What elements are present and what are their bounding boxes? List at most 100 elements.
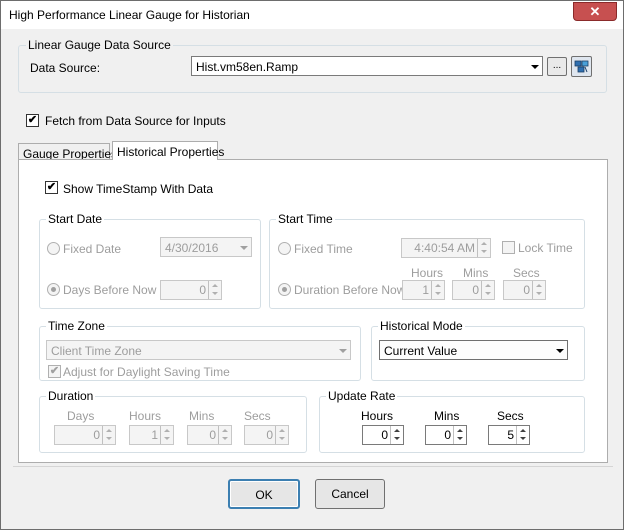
- spin-up-icon: [394, 429, 400, 432]
- stepper-buttons[interactable]: [275, 426, 288, 444]
- stepper-buttons[interactable]: [453, 426, 466, 444]
- duration-mins-stepper[interactable]: 0: [187, 425, 232, 445]
- duration-secs-label: Secs: [244, 409, 271, 423]
- fixed-date-picker[interactable]: 4/30/2016: [160, 237, 252, 257]
- lock-time-checkbox[interactable]: [502, 241, 515, 254]
- start-mins-value: 0: [472, 283, 479, 297]
- duration-before-now-radio[interactable]: [278, 283, 291, 296]
- dst-checkbox[interactable]: ✔: [48, 365, 61, 378]
- spin-down-icon: [457, 437, 463, 440]
- tag-browser-button[interactable]: [571, 56, 592, 77]
- spin-up-icon: [536, 284, 542, 287]
- days-before-now-radio[interactable]: [47, 283, 60, 296]
- data-source-label: Data Source:: [30, 61, 101, 75]
- data-source-value: Hist.vm58en.Ramp: [196, 60, 299, 74]
- duration-hours-label: Hours: [129, 409, 162, 423]
- stepper-buttons[interactable]: [481, 281, 494, 299]
- title-bar: High Performance Linear Gauge for Histor…: [1, 1, 623, 29]
- data-source-combo[interactable]: Hist.vm58en.Ramp: [191, 56, 543, 76]
- stepper-buttons[interactable]: [160, 426, 173, 444]
- checkmark-icon: ✔: [46, 181, 57, 193]
- spin-up-icon: [435, 284, 441, 287]
- stepper-buttons[interactable]: [208, 281, 221, 299]
- ok-button[interactable]: OK: [228, 479, 300, 509]
- stepper-buttons[interactable]: [102, 426, 115, 444]
- start-secs-label: Secs: [513, 266, 540, 280]
- spin-up-icon: [481, 242, 487, 245]
- fixed-time-value: 4:40:54 AM: [414, 241, 475, 255]
- spin-down-icon: [536, 292, 542, 295]
- spin-down-icon: [481, 250, 487, 253]
- dropdown-arrow-icon: [556, 349, 564, 353]
- duration-hours-value: 1: [151, 428, 158, 442]
- show-timestamp-checkbox[interactable]: ✔: [45, 181, 58, 194]
- days-before-now-value: 0: [199, 283, 206, 297]
- update-hours-value: 0: [381, 428, 388, 442]
- stepper-buttons[interactable]: [516, 426, 529, 444]
- ok-button-label: OK: [255, 488, 273, 502]
- start-mins-label: Mins: [463, 266, 489, 280]
- fetch-label: Fetch from Data Source for Inputs: [45, 114, 226, 128]
- fetch-checkbox[interactable]: ✔: [26, 114, 39, 127]
- update-mins-stepper[interactable]: 0: [425, 425, 467, 445]
- update-secs-stepper[interactable]: 5: [488, 425, 530, 445]
- duration-days-value: 0: [93, 428, 100, 442]
- dst-label: Adjust for Daylight Saving Time: [63, 365, 230, 379]
- update-hours-stepper[interactable]: 0: [362, 425, 404, 445]
- cancel-button[interactable]: Cancel: [315, 479, 385, 509]
- fixed-date-label: Fixed Date: [63, 242, 122, 256]
- stepper-buttons[interactable]: [218, 426, 231, 444]
- dialog-window: High Performance Linear Gauge for Histor…: [0, 0, 624, 530]
- active-tab-joiner: [113, 159, 217, 161]
- update-mins-value: 0: [444, 428, 451, 442]
- spin-down-icon: [435, 292, 441, 295]
- duration-days-stepper[interactable]: 0: [54, 425, 116, 445]
- duration-mins-value: 0: [209, 428, 216, 442]
- historical-mode-legend: Historical Mode: [378, 319, 465, 333]
- duration-mins-label: Mins: [189, 409, 215, 423]
- spin-up-icon: [279, 429, 285, 432]
- spin-up-icon: [222, 429, 228, 432]
- spin-down-icon: [520, 437, 526, 440]
- start-hours-stepper[interactable]: 1: [402, 280, 445, 300]
- fixed-time-radio[interactable]: [278, 242, 291, 255]
- duration-legend: Duration: [46, 389, 96, 403]
- time-zone-legend: Time Zone: [46, 319, 107, 333]
- spin-down-icon: [106, 437, 112, 440]
- start-hours-label: Hours: [411, 266, 444, 280]
- days-before-now-stepper[interactable]: 0: [160, 280, 222, 300]
- duration-before-now-label: Duration Before Now: [294, 283, 406, 297]
- stepper-buttons[interactable]: [390, 426, 403, 444]
- duration-hours-stepper[interactable]: 1: [129, 425, 174, 445]
- fixed-time-picker[interactable]: 4:40:54 AM: [401, 238, 491, 258]
- start-secs-stepper[interactable]: 0: [503, 280, 546, 300]
- duration-days-label: Days: [67, 409, 95, 423]
- browse-button[interactable]: ...: [547, 57, 567, 76]
- update-rate-legend: Update Rate: [326, 389, 398, 403]
- update-secs-label: Secs: [497, 409, 524, 423]
- footer-separator: [13, 466, 613, 467]
- stepper-buttons[interactable]: [477, 239, 490, 257]
- spin-down-icon: [279, 437, 285, 440]
- duration-secs-stepper[interactable]: 0: [244, 425, 289, 445]
- update-secs-value: 5: [507, 428, 514, 442]
- fixed-date-radio[interactable]: [47, 242, 60, 255]
- time-zone-combo[interactable]: Client Time Zone: [46, 340, 351, 360]
- dropdown-arrow-icon: [531, 65, 539, 69]
- spin-down-icon: [164, 437, 170, 440]
- close-button[interactable]: ✕: [573, 2, 617, 21]
- spin-down-icon: [222, 437, 228, 440]
- time-zone-value: Client Time Zone: [51, 344, 142, 358]
- stepper-buttons[interactable]: [532, 281, 545, 299]
- start-mins-stepper[interactable]: 0: [452, 280, 495, 300]
- cancel-button-label: Cancel: [331, 487, 369, 501]
- historical-mode-combo[interactable]: Current Value: [379, 340, 568, 360]
- dropdown-arrow-icon: [339, 349, 347, 353]
- window-title: High Performance Linear Gauge for Histor…: [9, 8, 250, 22]
- stepper-buttons[interactable]: [431, 281, 444, 299]
- duration-secs-value: 0: [266, 428, 273, 442]
- spin-down-icon: [212, 292, 218, 295]
- spin-up-icon: [457, 429, 463, 432]
- update-hours-label: Hours: [361, 409, 394, 423]
- fixed-date-value: 4/30/2016: [165, 241, 219, 255]
